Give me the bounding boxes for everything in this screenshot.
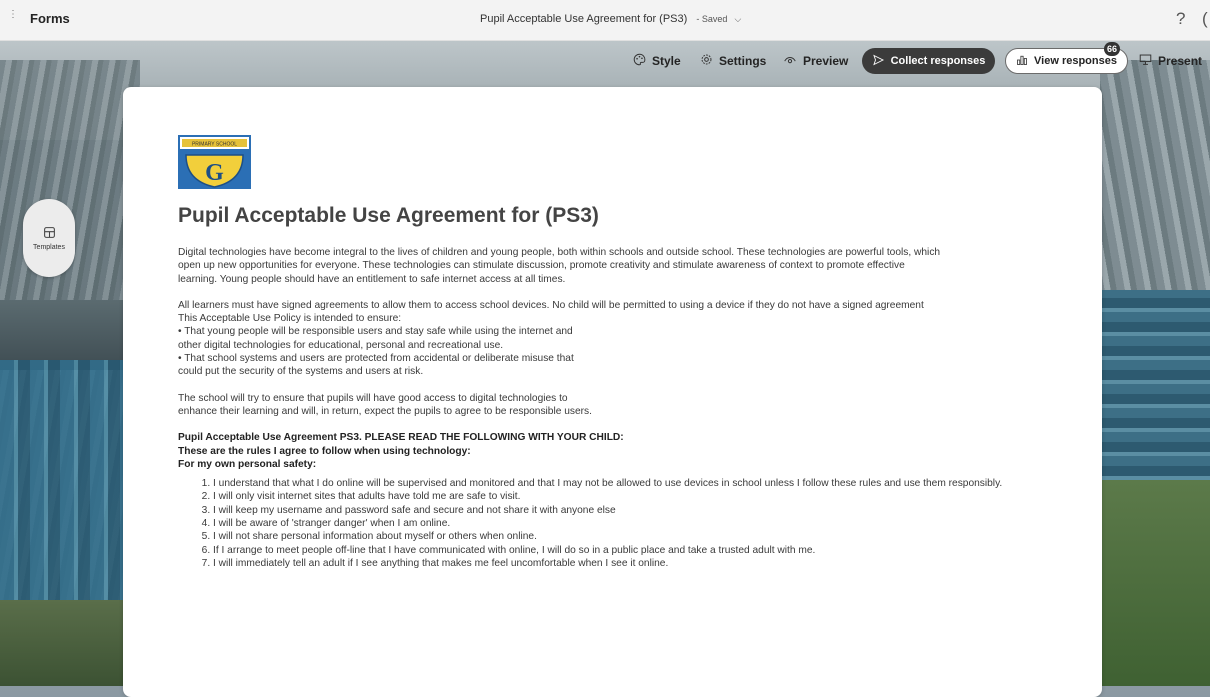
preview-label: Preview: [803, 54, 849, 68]
collect-responses-button[interactable]: Collect responses: [862, 48, 995, 74]
settings-label: Settings: [719, 54, 767, 68]
present-button[interactable]: Present: [1139, 47, 1202, 75]
preview-button[interactable]: Preview: [783, 47, 848, 75]
present-icon: [1139, 53, 1152, 69]
document-title[interactable]: Pupil Acceptable Use Agreement for (PS3)…: [480, 13, 741, 25]
list-item: I will immediately tell an adult if I se…: [213, 557, 1058, 570]
list-item: I will be aware of 'stranger danger' whe…: [213, 517, 1058, 530]
chevron-down-icon[interactable]: ⌵: [734, 14, 741, 24]
svg-text:PRIMARY SCHOOL: PRIMARY SCHOOL: [192, 142, 237, 148]
list-item: If I arrange to meet people off-line tha…: [213, 544, 1058, 557]
app-brand[interactable]: Forms: [30, 11, 70, 26]
help-icon[interactable]: ?: [1176, 9, 1185, 29]
list-item: I will keep my username and password saf…: [213, 504, 1058, 517]
rules-heading: Pupil Acceptable Use Agreement PS3. PLEA…: [178, 432, 624, 470]
list-item: I will not share personal information ab…: [213, 530, 1058, 543]
view-responses-label: View responses: [1034, 55, 1117, 67]
form-title[interactable]: Pupil Acceptable Use Agreement for (PS3): [178, 204, 599, 228]
response-count-badge: 66: [1104, 42, 1120, 56]
style-button[interactable]: Style: [633, 47, 681, 75]
saved-status: - Saved: [696, 14, 728, 24]
settings-button[interactable]: Settings: [700, 47, 766, 75]
palette-icon: [633, 53, 646, 69]
app-launcher-icon[interactable]: ⋮: [8, 10, 18, 25]
svg-text:G: G: [205, 160, 224, 186]
list-item: I will only visit internet sites that ad…: [213, 490, 1058, 503]
form-description: Digital technologies have become integra…: [178, 246, 1058, 570]
chart-icon: [1016, 54, 1028, 69]
eye-icon: [783, 53, 797, 69]
templates-icon: [43, 226, 56, 242]
document-title-text: Pupil Acceptable Use Agreement for (PS3): [480, 13, 688, 25]
list-item: I understand that what I do online will …: [213, 477, 1058, 490]
form-card: PRIMARY SCHOOL G Pupil Acceptable Use Ag…: [123, 87, 1102, 697]
send-icon: [872, 54, 885, 69]
gear-icon: [700, 53, 713, 69]
templates-button[interactable]: Templates: [23, 199, 75, 277]
present-label: Present: [1158, 54, 1203, 68]
templates-label: Templates: [33, 243, 65, 251]
collect-responses-label: Collect responses: [890, 55, 986, 67]
school-logo: PRIMARY SCHOOL G: [178, 135, 251, 189]
account-icon[interactable]: (: [1202, 9, 1208, 29]
policy-paragraph: All learners must have signed agreements…: [178, 299, 924, 378]
intro-paragraph: Digital technologies have become integra…: [178, 247, 941, 285]
top-header: ⋮ Forms Pupil Acceptable Use Agreement f…: [0, 0, 1210, 41]
style-label: Style: [652, 54, 681, 68]
rules-list: I understand that what I do online will …: [178, 477, 1058, 570]
access-paragraph: The school will try to ensure that pupil…: [178, 392, 592, 417]
